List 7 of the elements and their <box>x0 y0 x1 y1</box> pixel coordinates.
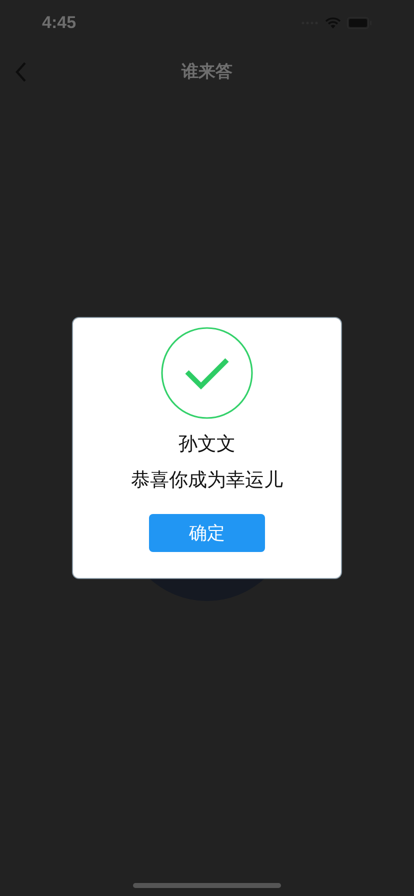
winner-name: 孙文文 <box>178 433 236 457</box>
page-title: 谁来答 <box>182 61 232 84</box>
status-time: 4:45 <box>42 12 76 34</box>
check-icon <box>161 327 253 419</box>
battery-icon <box>347 17 372 29</box>
congrats-message: 恭喜你成为幸运儿 <box>131 469 283 493</box>
confirm-button[interactable]: 确定 <box>149 514 265 552</box>
